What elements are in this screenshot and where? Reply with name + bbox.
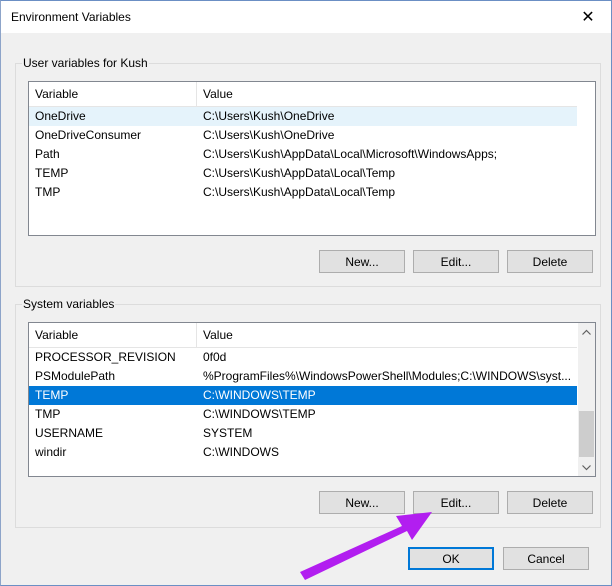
variable-name: TEMP — [35, 166, 69, 180]
variable-value: C:\Users\Kush\OneDrive — [203, 128, 335, 142]
list-item[interactable]: TMP C:\WINDOWS\TEMP — [29, 405, 577, 424]
window-title: Environment Variables — [11, 10, 131, 24]
user-delete-button[interactable]: Delete — [507, 250, 593, 273]
variable-value: C:\WINDOWS\TEMP — [203, 388, 316, 402]
title-bar: Environment Variables ✕ — [1, 1, 611, 33]
variable-value: %ProgramFiles%\WindowsPowerShell\Modules… — [203, 369, 572, 383]
list-header: Variable Value — [29, 82, 577, 107]
variable-name: OneDriveConsumer — [35, 128, 142, 142]
cancel-button[interactable]: Cancel — [503, 547, 589, 570]
user-variables-label: User variables for Kush — [22, 56, 149, 70]
variable-name: TMP — [35, 407, 61, 421]
variable-name: PSModulePath — [35, 369, 116, 383]
variable-value: C:\WINDOWS — [203, 445, 279, 459]
variable-name: windir — [35, 445, 67, 459]
system-edit-button[interactable]: Edit... — [413, 491, 499, 514]
variable-value: C:\WINDOWS\TEMP — [203, 407, 316, 421]
variable-name: Path — [35, 147, 60, 161]
variable-name: PROCESSOR_REVISION — [35, 350, 176, 364]
variable-name: OneDrive — [35, 109, 86, 123]
close-icon: ✕ — [581, 9, 595, 26]
variable-value: C:\Users\Kush\OneDrive — [203, 109, 335, 123]
variable-value: C:\Users\Kush\AppData\Local\Temp — [203, 185, 396, 199]
list-item[interactable]: OneDrive C:\Users\Kush\OneDrive — [29, 107, 577, 126]
chevron-down-icon — [582, 464, 591, 470]
scroll-thumb[interactable] — [579, 411, 594, 457]
variable-value: C:\Users\Kush\AppData\Local\Temp — [203, 166, 396, 180]
user-new-button[interactable]: New... — [319, 250, 405, 273]
variable-value: SYSTEM — [203, 426, 253, 440]
list-item[interactable]: PROCESSOR_REVISION 0f0d — [29, 348, 577, 367]
close-button[interactable]: ✕ — [565, 1, 611, 33]
list-header: Variable Value — [29, 323, 577, 348]
vertical-scrollbar[interactable] — [578, 323, 595, 476]
column-header-value[interactable]: Value — [197, 323, 577, 347]
list-item[interactable]: USERNAME SYSTEM — [29, 424, 577, 443]
environment-variables-dialog: Environment Variables ✕ User variables f… — [0, 0, 612, 586]
list-item[interactable]: TMP C:\Users\Kush\AppData\Local\Temp — [29, 183, 577, 202]
list-item-selected[interactable]: TEMP C:\WINDOWS\TEMP — [29, 386, 577, 405]
column-header-variable[interactable]: Variable — [29, 82, 197, 106]
variable-name: USERNAME — [35, 426, 104, 440]
variable-name: TEMP — [35, 388, 69, 402]
list-item[interactable]: TEMP C:\Users\Kush\AppData\Local\Temp — [29, 164, 577, 183]
list-item[interactable]: windir C:\WINDOWS — [29, 443, 577, 462]
column-header-variable[interactable]: Variable — [29, 323, 197, 347]
system-delete-button[interactable]: Delete — [507, 491, 593, 514]
variable-value: 0f0d — [203, 350, 227, 364]
user-edit-button[interactable]: Edit... — [413, 250, 499, 273]
scroll-up-button[interactable] — [578, 323, 595, 340]
list-item[interactable]: PSModulePath %ProgramFiles%\WindowsPower… — [29, 367, 577, 386]
chevron-up-icon — [582, 329, 591, 335]
variable-value: C:\Users\Kush\AppData\Local\Microsoft\Wi… — [203, 147, 498, 161]
system-variables-list[interactable]: Variable Value PROCESSOR_REVISION 0f0d P… — [28, 322, 596, 477]
column-header-value[interactable]: Value — [197, 82, 577, 106]
variable-name: TMP — [35, 185, 61, 199]
system-variables-label: System variables — [22, 297, 116, 311]
ok-button[interactable]: OK — [408, 547, 494, 570]
system-new-button[interactable]: New... — [319, 491, 405, 514]
list-item[interactable]: OneDriveConsumer C:\Users\Kush\OneDrive — [29, 126, 577, 145]
scroll-down-button[interactable] — [578, 459, 595, 476]
user-variables-list[interactable]: Variable Value OneDrive C:\Users\Kush\On… — [28, 81, 596, 236]
list-item[interactable]: Path C:\Users\Kush\AppData\Local\Microso… — [29, 145, 577, 164]
